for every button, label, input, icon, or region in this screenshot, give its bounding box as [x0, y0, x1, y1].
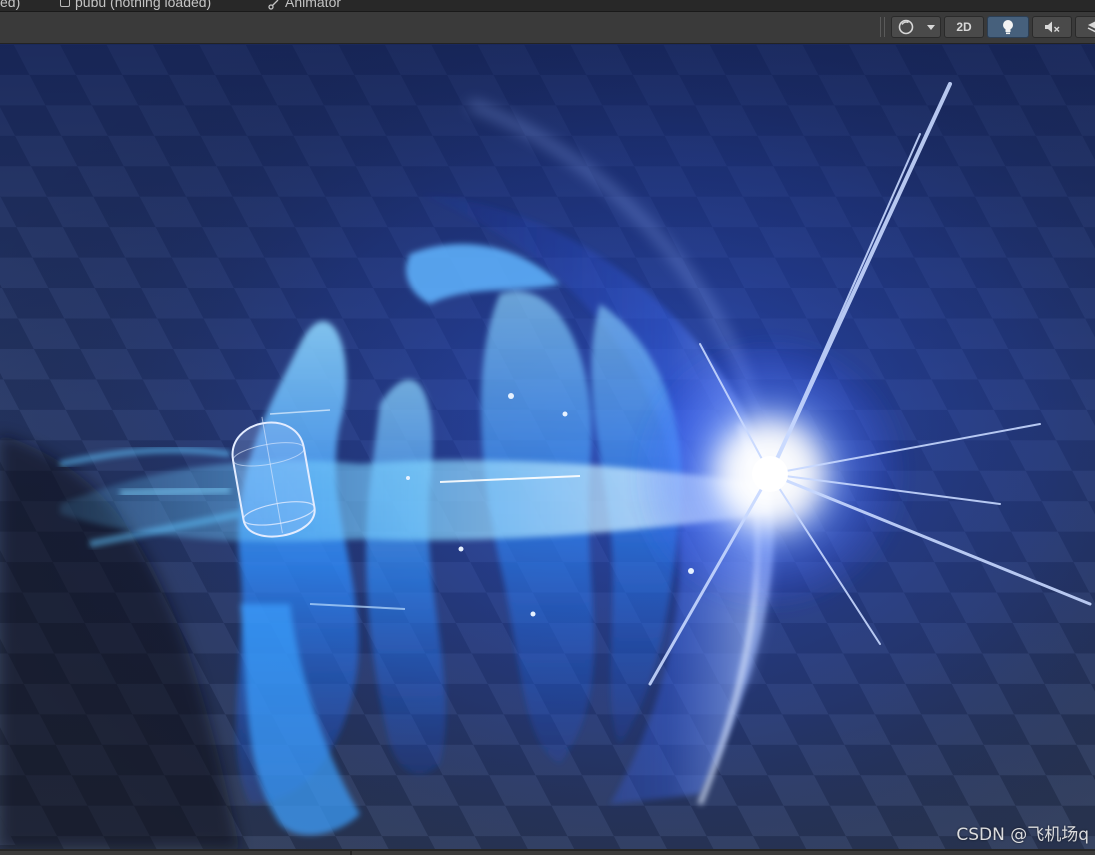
tab-label: ed)	[0, 0, 21, 10]
audio-muted-icon	[1045, 21, 1060, 33]
scene-view-toolbar: 2D	[0, 12, 1095, 44]
toolbar-separator	[884, 17, 885, 37]
watermark-text: CSDN @飞机场q	[956, 825, 1089, 845]
layers-icon	[1087, 21, 1095, 33]
tab-label: pubu (nothing loaded)	[75, 0, 212, 10]
animator-icon	[268, 0, 280, 10]
status-segment	[352, 851, 1095, 855]
tab-scene-partial[interactable]: ed)	[0, 0, 20, 11]
scene-render	[0, 44, 1095, 849]
tab-pubu[interactable]: pubu (nothing loaded)	[60, 0, 211, 11]
scene-audio-toggle[interactable]	[1032, 16, 1072, 38]
shading-mode-dropdown[interactable]	[891, 16, 941, 38]
toggle-2d-button[interactable]: 2D	[944, 16, 984, 38]
lightbulb-icon	[1003, 20, 1013, 35]
status-segment	[0, 851, 350, 855]
prefab-icon	[60, 0, 70, 7]
chevron-down-icon	[927, 25, 935, 30]
tab-animator[interactable]: Animator	[268, 0, 341, 11]
scene-viewport[interactable]	[0, 44, 1095, 849]
shading-sphere-icon	[898, 19, 914, 35]
unity-editor-window: ed) pubu (nothing loaded) Animator 2D CS…	[0, 0, 1095, 855]
tab-label: Animator	[285, 0, 342, 10]
scene-lighting-toggle[interactable]	[987, 16, 1029, 38]
toggle-2d-label: 2D	[956, 20, 972, 34]
scene-effects-dropdown[interactable]	[1075, 16, 1095, 38]
toolbar-separator	[880, 17, 881, 37]
bottom-status-bar	[0, 849, 1095, 855]
editor-tab-strip: ed) pubu (nothing loaded) Animator	[0, 0, 1095, 12]
